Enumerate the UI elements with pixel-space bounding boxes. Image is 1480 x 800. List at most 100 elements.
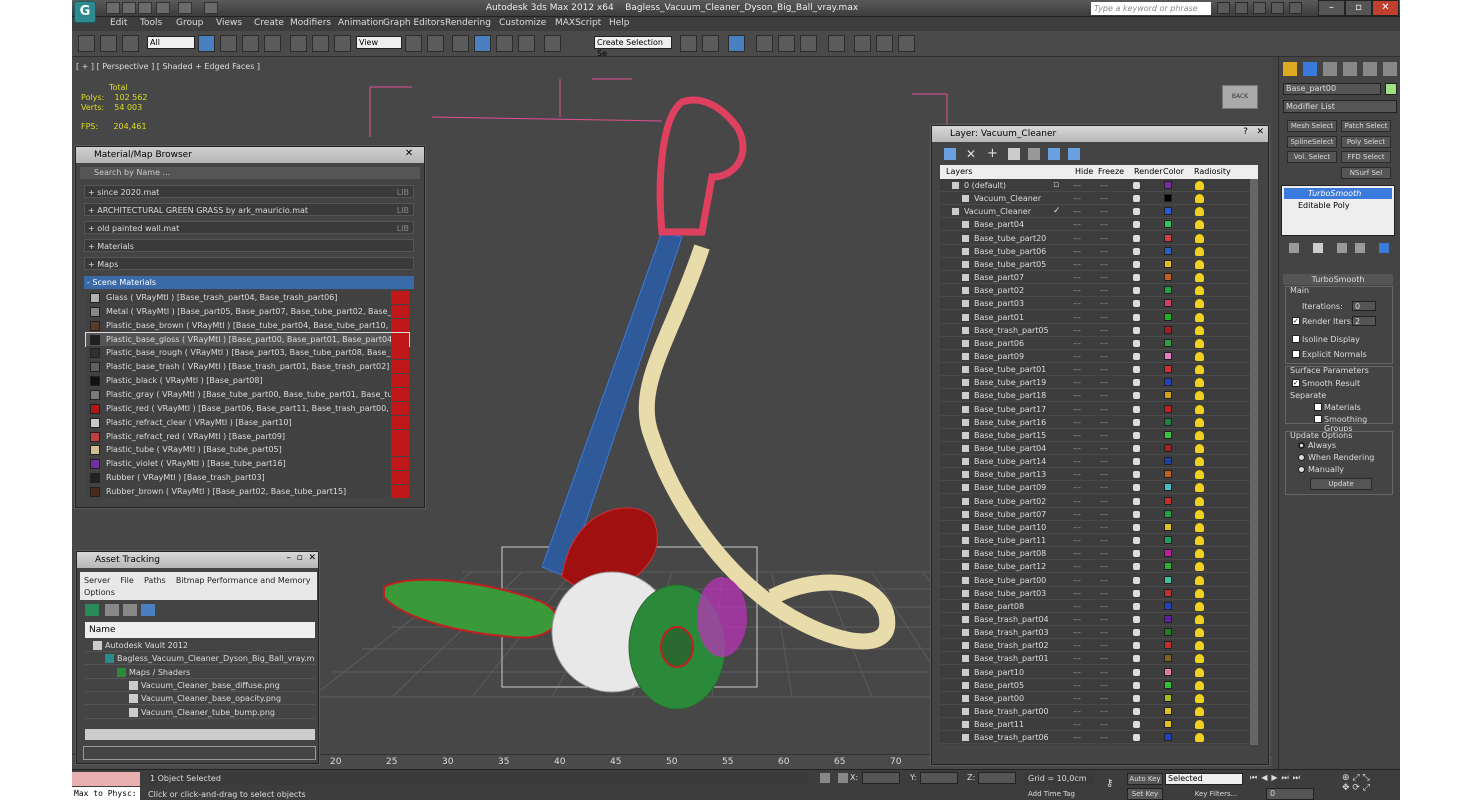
render-iters-spinner[interactable]: 2 [1352,316,1376,326]
freeze-toggle[interactable]: –– [1100,258,1108,270]
create-tab-icon[interactable] [1283,62,1297,76]
name-column-header[interactable]: Name [85,622,315,638]
help-search-input[interactable]: Type a keyword or phrase [1091,2,1211,15]
configure-sets-icon[interactable] [1379,243,1389,253]
make-unique-icon[interactable] [1337,243,1347,253]
update-button[interactable]: Update [1310,478,1372,490]
window-crossing-icon[interactable] [264,35,281,52]
radiosity-bulb-icon[interactable] [1195,707,1204,716]
maximize-button[interactable]: ▫ [1345,0,1372,16]
hide-toggle[interactable]: –– [1073,587,1081,599]
layer-color-swatch[interactable] [1164,549,1172,558]
layer-color-swatch[interactable] [1164,720,1172,729]
graphite-tools-icon[interactable] [756,35,773,52]
library-rollout[interactable]: + old painted wall.mat LIB [84,221,414,234]
render-teapot-icon[interactable] [1133,484,1140,492]
freeze-toggle[interactable]: –– [1100,271,1108,283]
absolute-mode-icon[interactable] [838,773,848,783]
layer-color-swatch[interactable] [1164,325,1172,334]
mesh-select-button[interactable]: Mesh Select [1287,120,1337,132]
radiosity-bulb-icon[interactable] [1195,614,1204,624]
when-rendering-radio[interactable] [1298,454,1305,461]
hide-toggle[interactable]: –– [1073,350,1081,362]
freeze-toggle[interactable]: –– [1100,600,1108,612]
layer-row[interactable]: Base_part09 –– –– [940,350,1250,363]
layer-row[interactable]: Vacuum_Cleaner ✓ –– –– [940,205,1250,219]
render-teapot-icon[interactable] [1133,694,1140,702]
select-object-icon[interactable] [198,35,215,52]
radiosity-bulb-icon[interactable] [1195,259,1204,269]
menu-paths[interactable]: Paths [144,576,166,585]
render-teapot-icon[interactable] [1133,510,1140,518]
render-teapot-icon[interactable] [1133,418,1140,426]
hide-toggle[interactable]: –– [1073,271,1081,283]
layer-row[interactable]: Vacuum_Cleaner –– –– [940,192,1250,206]
freeze-toggle[interactable]: –– [1100,324,1108,336]
freeze-toggle[interactable]: –– [1100,179,1108,191]
menu-rendering[interactable]: Rendering [445,18,491,28]
hide-toggle[interactable]: –– [1073,218,1081,230]
key-filters-button[interactable]: Key Filters... [1186,788,1246,800]
layer-row[interactable]: Base_part10 –– –– [940,666,1250,679]
render-teapot-icon[interactable] [1133,497,1140,505]
hide-toggle[interactable]: –– [1073,600,1081,612]
menu-modifiers[interactable]: Modifiers [290,18,331,28]
layer-color-swatch[interactable] [1164,733,1172,742]
layer-color-swatch[interactable] [1164,404,1172,413]
freeze-toggle[interactable]: –– [1100,481,1108,493]
bind-spacewarp-icon[interactable] [122,35,139,52]
freeze-toggle[interactable]: –– [1100,626,1108,638]
communication-icon[interactable] [1253,2,1266,14]
freeze-toggle[interactable]: –– [1100,350,1108,362]
render-teapot-icon[interactable] [1133,523,1140,531]
scene-material-item[interactable]: Plastic_base_rough ( VRayMtl ) [Base_par… [86,346,409,360]
layer-row[interactable]: Base_part11 –– –– [940,718,1250,732]
freeze-toggle[interactable]: –– [1100,652,1108,664]
hide-toggle[interactable]: –– [1073,442,1081,454]
render-iters-checkbox[interactable]: ✓ [1292,317,1300,325]
project-folder-icon[interactable] [204,2,218,14]
layer-color-swatch[interactable] [1164,509,1172,518]
vol-select-button[interactable]: Vol. Select [1287,151,1337,163]
layer-row[interactable]: Base_tube_part09 –– –– [940,481,1250,495]
maxscript-listener-mini[interactable] [72,772,140,786]
radiosity-bulb-icon[interactable] [1195,233,1204,243]
menu-edit[interactable]: Edit [110,18,127,28]
manipulate-icon[interactable] [427,35,444,52]
utilities-tab-icon[interactable] [1383,62,1397,76]
layer-color-swatch[interactable] [1164,536,1172,545]
hide-toggle[interactable]: –– [1073,731,1081,743]
freeze-toggle[interactable]: –– [1100,311,1108,323]
hide-toggle[interactable]: –– [1073,547,1081,559]
freeze-toggle[interactable]: –– [1100,534,1108,546]
link-icon[interactable] [78,35,95,52]
render-teapot-icon[interactable] [1133,274,1140,282]
hide-toggle[interactable]: –– [1073,613,1081,625]
radiosity-bulb-icon[interactable] [1195,351,1204,361]
hide-toggle[interactable]: –– [1073,337,1081,349]
render-teapot-icon[interactable] [1133,405,1140,413]
freeze-toggle[interactable]: –– [1100,284,1108,296]
menu-server[interactable]: Server [84,576,110,585]
hide-toggle[interactable]: –– [1073,179,1081,191]
always-radio[interactable] [1298,442,1305,449]
layer-color-swatch[interactable] [1164,628,1172,637]
hide-toggle[interactable]: –– [1073,297,1081,309]
move-icon[interactable] [290,35,307,52]
layer-color-swatch[interactable] [1164,299,1172,308]
layer-row[interactable]: Base_part08 –– –– [940,600,1250,613]
radiosity-bulb-icon[interactable] [1195,522,1204,532]
layer-color-swatch[interactable] [1164,246,1172,255]
key-mode-dropdown[interactable]: Selected [1165,773,1243,785]
freeze-toggle[interactable]: –– [1100,218,1108,230]
radiosity-bulb-icon[interactable] [1195,470,1204,480]
hide-toggle[interactable]: –– [1073,468,1081,480]
layer-row[interactable]: Base_trash_part00 –– –– [940,705,1250,718]
hide-toggle[interactable]: –– [1073,376,1081,388]
render-teapot-icon[interactable] [1133,326,1140,334]
hide-toggle[interactable]: –– [1073,389,1081,401]
render-teapot-icon[interactable] [1133,615,1140,623]
radiosity-bulb-icon[interactable] [1195,312,1204,322]
asset-item[interactable]: Maps / Shaders [85,666,315,679]
layer-row[interactable]: Base_tube_part10 –– –– [940,521,1250,534]
